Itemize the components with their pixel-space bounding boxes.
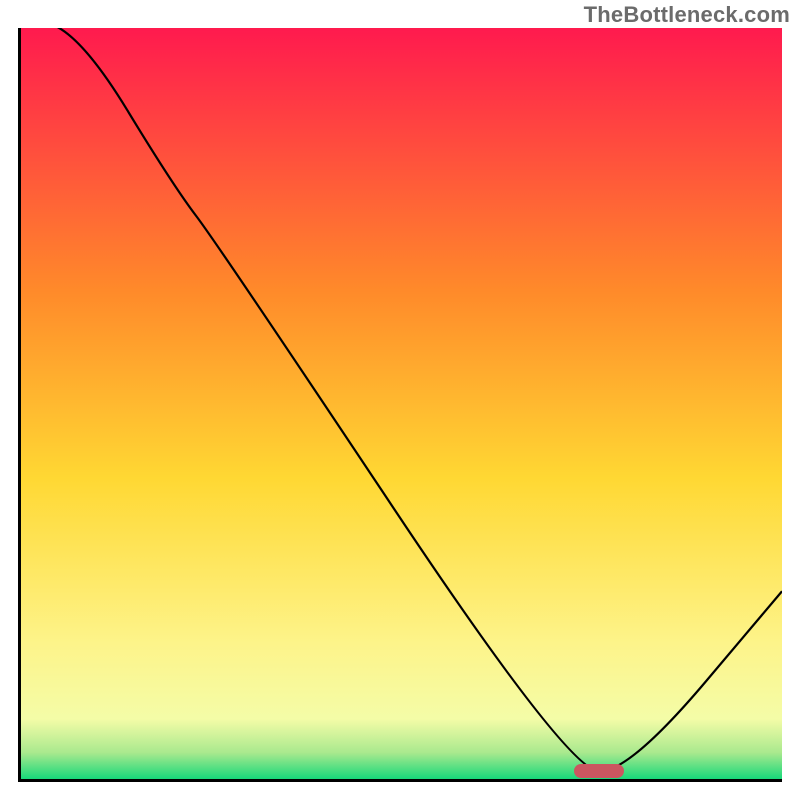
bottleneck-curve xyxy=(21,28,782,779)
plot-area xyxy=(18,28,782,782)
watermark-text: TheBottleneck.com xyxy=(584,2,790,28)
optimal-marker xyxy=(574,764,624,778)
chart-frame: TheBottleneck.com xyxy=(0,0,800,800)
